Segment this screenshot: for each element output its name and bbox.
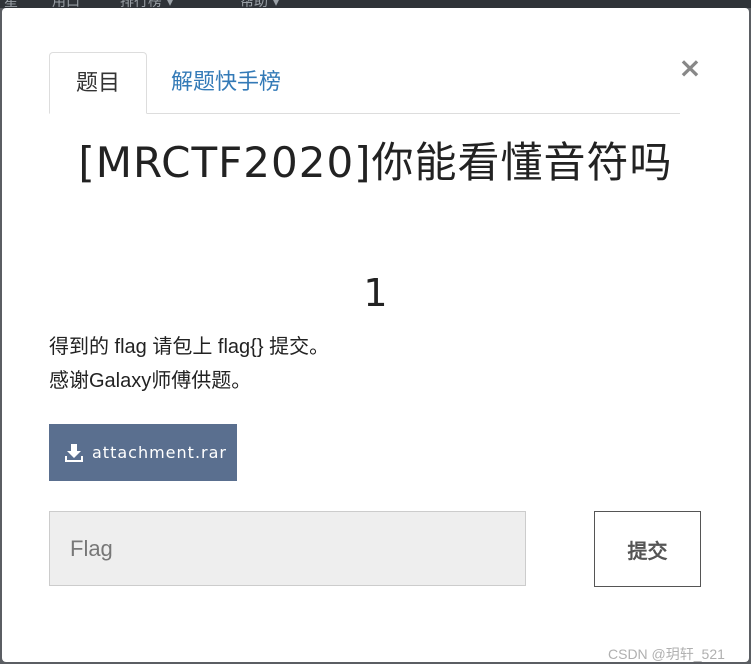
background-nav-fragment: 帮助 ▾ <box>240 0 280 8</box>
background-nav-fragment: 星 <box>4 0 18 8</box>
modal-tabs: 题目 解题快手榜 <box>49 52 680 114</box>
tab-solves-leaderboard[interactable]: 解题快手榜 <box>171 52 281 112</box>
challenge-title: [MRCTF2020]你能看懂音符吗 <box>78 138 673 187</box>
attachment-download-button[interactable]: attachment.rar <box>49 424 237 481</box>
tab-challenge[interactable]: 题目 <box>49 52 147 114</box>
watermark: CSDN @玥轩_521 <box>608 646 725 662</box>
submit-flag-button[interactable]: 提交 <box>594 511 701 587</box>
close-button[interactable]: × <box>678 54 702 82</box>
description-line: 感谢Galaxy师傅供题。 <box>49 370 252 392</box>
attachment-label: attachment.rar <box>92 443 227 462</box>
challenge-points: 1 <box>363 271 388 315</box>
download-icon <box>65 443 83 462</box>
background-nav-fragment: 用口 <box>52 0 80 8</box>
background-nav-fragment: 排行榜 ▾ <box>120 0 174 8</box>
challenge-modal: 题目 解题快手榜 × [MRCTF2020]你能看懂音符吗 1 得到的 flag… <box>2 8 749 662</box>
description-line: 得到的 flag 请包上 flag{} 提交。 <box>49 336 330 358</box>
flag-input[interactable] <box>49 511 526 586</box>
background-navbar: 星 用口 排行榜 ▾ 帮助 ▾ <box>0 0 751 8</box>
challenge-description: 得到的 flag 请包上 flag{} 提交。 感谢Galaxy师傅供题。 <box>49 330 689 398</box>
